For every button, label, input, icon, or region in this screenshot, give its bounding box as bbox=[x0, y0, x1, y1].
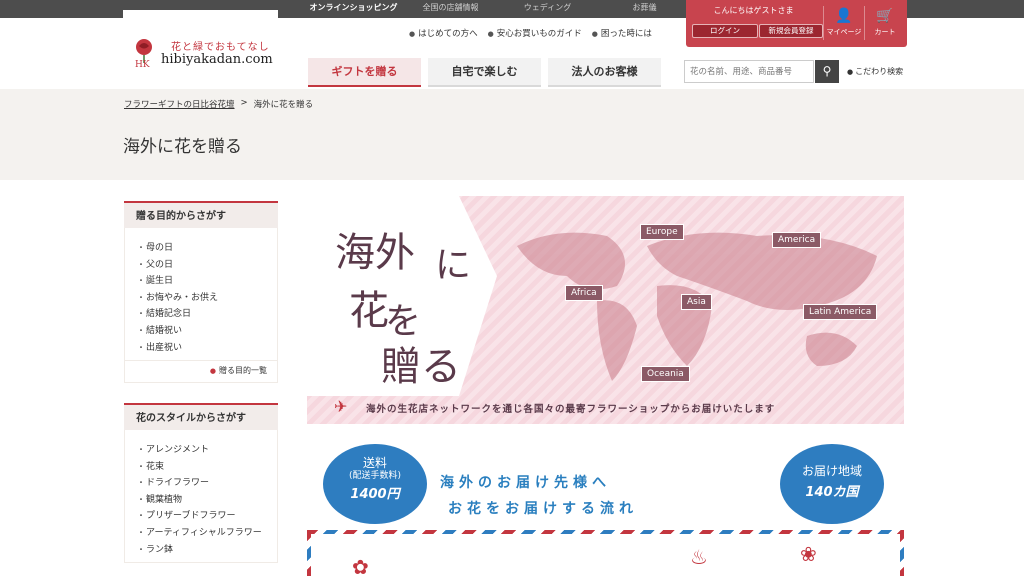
divider bbox=[864, 6, 865, 40]
breadcrumb-home[interactable]: フラワーギフトの日比谷花壇 bbox=[124, 98, 235, 110]
region-latin-america: Latin America bbox=[803, 304, 878, 320]
sidebar-item-foliage[interactable]: 観葉植物 bbox=[137, 492, 277, 509]
top-nav-funeral[interactable]: お葬儀 bbox=[596, 2, 693, 14]
link-help[interactable]: 困った時には bbox=[592, 27, 652, 39]
greeting-text: こんにちはゲストさま bbox=[713, 6, 794, 15]
cart-icon: 🛒 bbox=[876, 8, 894, 24]
sidebar-style-list: アレンジメント 花束 ドライフラワー 観葉植物 プリザーブドフラワー アーティフ… bbox=[124, 430, 278, 564]
sidebar-item-bouquet[interactable]: 花束 bbox=[137, 459, 277, 476]
tab-home[interactable]: 自宅で楽しむ bbox=[428, 58, 541, 87]
sidebar-item-birthday[interactable]: 誕生日 bbox=[137, 273, 277, 290]
link-shopping-guide[interactable]: 安心お買いものガイド bbox=[488, 27, 582, 39]
logo-mark: HK bbox=[135, 60, 150, 70]
sidebar-item-mothers-day[interactable]: 母の日 bbox=[137, 240, 277, 257]
sidebar-style: 花のスタイルからさがす アレンジメント 花束 ドライフラワー 観葉植物 プリザー… bbox=[124, 403, 278, 564]
sidebar-item-condolence[interactable]: お悔やみ・お供え bbox=[137, 290, 277, 307]
airplane-icon: ✈ bbox=[334, 397, 348, 416]
shop-icon: ♨ bbox=[690, 545, 708, 569]
logo-tagline: 花と緑でおもてなし bbox=[171, 42, 270, 53]
flow-title-line1: 海外のお届け先様へ bbox=[440, 475, 611, 491]
site-logo[interactable]: 花と緑でおもてなし HK hibiyakadan.com bbox=[123, 10, 278, 88]
sidebar-item-arrangement[interactable]: アレンジメント bbox=[137, 442, 277, 459]
shipping-note: (配送手数料) bbox=[348, 471, 402, 481]
hero-title-send: 贈る bbox=[381, 344, 461, 390]
user-icon: 👤 bbox=[835, 8, 853, 24]
flow-title-line2: お花をお届けする流れ bbox=[448, 501, 638, 517]
recipient-icon: ❀ bbox=[800, 542, 817, 566]
shipping-price: 1400円 bbox=[350, 487, 400, 502]
sidebar-style-heading: 花のスタイルからさがす bbox=[124, 403, 278, 430]
logo-name: hibiyakadan.com bbox=[161, 52, 273, 67]
search-input[interactable] bbox=[684, 60, 814, 83]
hero-title-ni: に bbox=[435, 245, 472, 286]
sidebar-purpose: 贈る目的からさがす 母の日 父の日 誕生日 お悔やみ・お供え 結婚記念日 結婚祝… bbox=[124, 201, 278, 384]
sidebar-purpose-heading: 贈る目的からさがす bbox=[124, 201, 278, 228]
cart-button[interactable]: 🛒 カート bbox=[866, 8, 904, 37]
top-nav-stores[interactable]: 全国の店舗情報 bbox=[402, 2, 499, 14]
header-links: はじめての方へ 安心お買いものガイド 困った時には bbox=[409, 27, 652, 39]
sidebar-item-wedding[interactable]: 結婚祝い bbox=[137, 323, 277, 340]
sidebar-purpose-more[interactable]: 贈る目的一覧 bbox=[124, 361, 278, 384]
sidebar-item-anniversary[interactable]: 結婚記念日 bbox=[137, 306, 277, 323]
tab-gift[interactable]: ギフトを贈る bbox=[308, 58, 421, 87]
coverage-label: お届け地域 bbox=[801, 464, 862, 478]
breadcrumb-current: 海外に花を贈る bbox=[253, 100, 314, 110]
region-asia: Asia bbox=[681, 294, 712, 310]
breadcrumb-separator: > bbox=[240, 98, 248, 108]
sidebar-item-dried[interactable]: ドライフラワー bbox=[137, 475, 277, 492]
sidebar-item-fathers-day[interactable]: 父の日 bbox=[137, 257, 277, 274]
divider bbox=[823, 6, 824, 40]
sidebar-item-birth[interactable]: 出産祝い bbox=[137, 340, 277, 357]
sidebar-purpose-list: 母の日 父の日 誕生日 お悔やみ・お供え 結婚記念日 結婚祝い 出産祝い bbox=[124, 228, 278, 362]
search-icon: ⚲ bbox=[822, 64, 832, 78]
sidebar-item-orchid[interactable]: ラン鉢 bbox=[137, 542, 277, 559]
mypage-label: マイページ bbox=[826, 28, 862, 36]
hero-title-overseas: 海外 bbox=[335, 230, 415, 276]
advanced-search-link[interactable]: こだわり検索 bbox=[847, 66, 903, 77]
coverage-badge: お届け地域 140カ国 bbox=[780, 444, 884, 524]
sidebar-item-artificial[interactable]: アーティフィシャルフラワー bbox=[137, 525, 277, 542]
link-first-time[interactable]: はじめての方へ bbox=[409, 27, 478, 39]
top-nav: オンラインショッピング 全国の店舗情報 ウェディング お葬儀 bbox=[305, 2, 693, 14]
shipping-fee-badge: 送料 (配送手数料) 1400円 bbox=[323, 444, 427, 524]
coverage-count: 140カ国 bbox=[805, 485, 859, 500]
sidebar-item-preserved[interactable]: プリザーブドフラワー bbox=[137, 508, 277, 525]
top-nav-online-shopping[interactable]: オンラインショッピング bbox=[305, 2, 402, 14]
shipping-label: 送料 bbox=[362, 456, 387, 470]
search-button[interactable]: ⚲ bbox=[815, 60, 839, 83]
flower-icon: ✿ bbox=[352, 555, 369, 576]
register-button[interactable]: 新規会員登録 bbox=[759, 24, 823, 38]
region-oceania: Oceania bbox=[641, 366, 690, 382]
top-nav-wedding[interactable]: ウェディング bbox=[499, 2, 596, 14]
mypage-button[interactable]: 👤 マイページ bbox=[825, 8, 863, 37]
region-europe: Europe bbox=[640, 224, 684, 240]
hero-title-flower: 花 bbox=[349, 288, 389, 334]
cart-label: カート bbox=[874, 28, 896, 36]
region-america: America bbox=[772, 232, 822, 248]
login-button[interactable]: ログイン bbox=[692, 24, 758, 38]
hero-banner: 海外 に 花 を 贈る Europe America Africa Asia L… bbox=[307, 196, 904, 424]
hero-subtitle: 海外の生花店ネットワークを通じ各国々の最寄フラワーショップからお届けいたします bbox=[366, 404, 776, 415]
page-title: 海外に花を贈る bbox=[123, 137, 242, 157]
tab-corporate[interactable]: 法人のお客様 bbox=[548, 58, 661, 87]
region-africa: Africa bbox=[565, 285, 603, 301]
member-panel: こんにちはゲストさま ログイン 新規会員登録 👤 マイページ 🛒 カート bbox=[686, 0, 907, 47]
breadcrumb: フラワーギフトの日比谷花壇 > 海外に花を贈る bbox=[124, 98, 313, 110]
